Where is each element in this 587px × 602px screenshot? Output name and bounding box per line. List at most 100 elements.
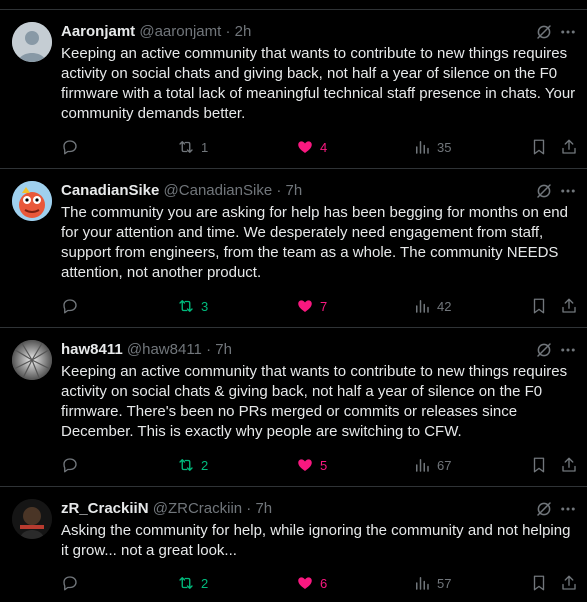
tweet-header: haw8411 @haw8411 · 7h — [61, 340, 232, 360]
views-count: 67 — [437, 457, 452, 473]
tweet-header: CanadianSike @CanadianSike · 7h — [61, 181, 302, 201]
separator-dot: · — [246, 500, 252, 517]
cartoon-avatar-icon — [12, 181, 52, 221]
heart-filled-icon — [298, 141, 312, 153]
author-handle[interactable]: @aaronjamt — [139, 23, 221, 40]
reply-button[interactable] — [61, 455, 85, 475]
more-options-icon[interactable] — [559, 500, 577, 518]
tweet-actions: 3 7 42 — [61, 296, 581, 316]
share-icon[interactable] — [560, 456, 578, 474]
author-handle[interactable]: @haw8411 — [127, 341, 202, 358]
repost-button[interactable]: 2 — [177, 573, 208, 593]
tweet-actions: 2 6 57 — [61, 573, 581, 593]
separator-dot: · — [225, 23, 231, 40]
views-chart-icon — [416, 577, 429, 590]
repost-button[interactable]: 3 — [177, 296, 208, 316]
like-count: 5 — [320, 457, 328, 473]
dark-avatar-icon — [12, 499, 52, 539]
author-name[interactable]: zR_CrackiiN — [61, 500, 149, 517]
author-handle[interactable]: @ZRCrackiin — [153, 500, 242, 517]
photo-avatar-icon — [12, 340, 52, 380]
grok-icon[interactable] — [535, 23, 553, 41]
views-chart-icon — [416, 459, 429, 472]
tweet-text: Keeping an active community that wants t… — [61, 363, 568, 440]
grok-icon[interactable] — [535, 182, 553, 200]
views-button[interactable]: 57 — [413, 573, 451, 593]
author-name[interactable]: CanadianSike — [61, 182, 159, 199]
tweet-header: Aaronjamt @aaronjamt · 2h — [61, 22, 251, 42]
author-name[interactable]: Aaronjamt — [61, 23, 135, 40]
repost-count: 1 — [201, 139, 209, 155]
bookmark-icon[interactable] — [530, 138, 548, 156]
repost-count: 2 — [201, 457, 209, 473]
views-button[interactable]: 42 — [413, 296, 451, 316]
bookmark-icon[interactable] — [530, 297, 548, 315]
tweet-header: zR_CrackiiN @ZRCrackiin · 7h — [61, 499, 272, 519]
timestamp[interactable]: 7h — [286, 182, 303, 199]
share-icon[interactable] — [560, 297, 578, 315]
views-count: 35 — [437, 139, 452, 155]
tweet-text: Keeping an active community that wants t… — [61, 45, 576, 122]
grok-icon[interactable] — [535, 500, 553, 518]
timestamp[interactable]: 7h — [255, 500, 272, 517]
views-count: 42 — [437, 298, 452, 314]
reply-icon — [63, 458, 77, 473]
like-count: 7 — [320, 298, 328, 314]
repost-icon — [179, 577, 193, 589]
timestamp[interactable]: 7h — [215, 341, 232, 358]
avatar[interactable] — [12, 499, 52, 539]
heart-filled-icon — [298, 300, 312, 312]
grok-icon[interactable] — [535, 341, 553, 359]
reply-icon — [63, 299, 77, 314]
bookmark-icon[interactable] — [530, 456, 548, 474]
reply-icon — [63, 576, 77, 591]
tweet-actions: 1 4 35 — [61, 137, 581, 157]
repost-button[interactable]: 1 — [177, 137, 208, 157]
default-avatar-icon — [12, 22, 52, 62]
more-options-icon[interactable] — [559, 341, 577, 359]
repost-button[interactable]: 2 — [177, 455, 208, 475]
author-name[interactable]: haw8411 — [61, 341, 123, 358]
tweet[interactable]: Aaronjamt @aaronjamt · 2h Keeping an act… — [0, 10, 587, 169]
share-icon[interactable] — [560, 138, 578, 156]
views-count: 57 — [437, 575, 452, 591]
like-button[interactable]: 5 — [296, 455, 327, 475]
repost-icon — [179, 300, 193, 312]
more-options-icon[interactable] — [559, 23, 577, 41]
bookmark-icon[interactable] — [530, 574, 548, 592]
avatar[interactable] — [12, 181, 52, 221]
timestamp[interactable]: 2h — [235, 23, 252, 40]
reply-button[interactable] — [61, 296, 85, 316]
heart-filled-icon — [298, 577, 312, 589]
like-button[interactable]: 4 — [296, 137, 327, 157]
repost-count: 2 — [201, 575, 209, 591]
avatar[interactable] — [12, 22, 52, 62]
separator-dot: · — [276, 182, 282, 199]
repost-icon — [179, 141, 193, 153]
separator-dot: · — [206, 341, 212, 358]
author-handle[interactable]: @CanadianSike — [164, 182, 273, 199]
tweet-text: The community you are asking for help ha… — [61, 204, 568, 281]
like-button[interactable]: 7 — [296, 296, 327, 316]
like-button[interactable]: 6 — [296, 573, 327, 593]
tweet[interactable]: haw8411 @haw8411 · 7h Keeping an active … — [0, 328, 587, 487]
reply-button[interactable] — [61, 573, 85, 593]
tweet-actions: 2 5 67 — [61, 455, 581, 475]
heart-filled-icon — [298, 459, 312, 471]
views-chart-icon — [416, 300, 429, 313]
like-count: 6 — [320, 575, 328, 591]
avatar[interactable] — [12, 340, 52, 380]
repost-icon — [179, 459, 193, 471]
tweet-text: Asking the community for help, while ign… — [61, 522, 571, 559]
views-chart-icon — [416, 141, 429, 154]
tweet[interactable]: CanadianSike @CanadianSike · 7h The comm… — [0, 169, 587, 328]
reply-button[interactable] — [61, 137, 85, 157]
repost-count: 3 — [201, 298, 209, 314]
share-icon[interactable] — [560, 574, 578, 592]
views-button[interactable]: 35 — [413, 137, 451, 157]
tweet[interactable]: zR_CrackiiN @ZRCrackiin · 7h Asking the … — [0, 487, 587, 602]
more-options-icon[interactable] — [559, 182, 577, 200]
reply-icon — [63, 140, 77, 155]
views-button[interactable]: 67 — [413, 455, 451, 475]
like-count: 4 — [320, 139, 328, 155]
